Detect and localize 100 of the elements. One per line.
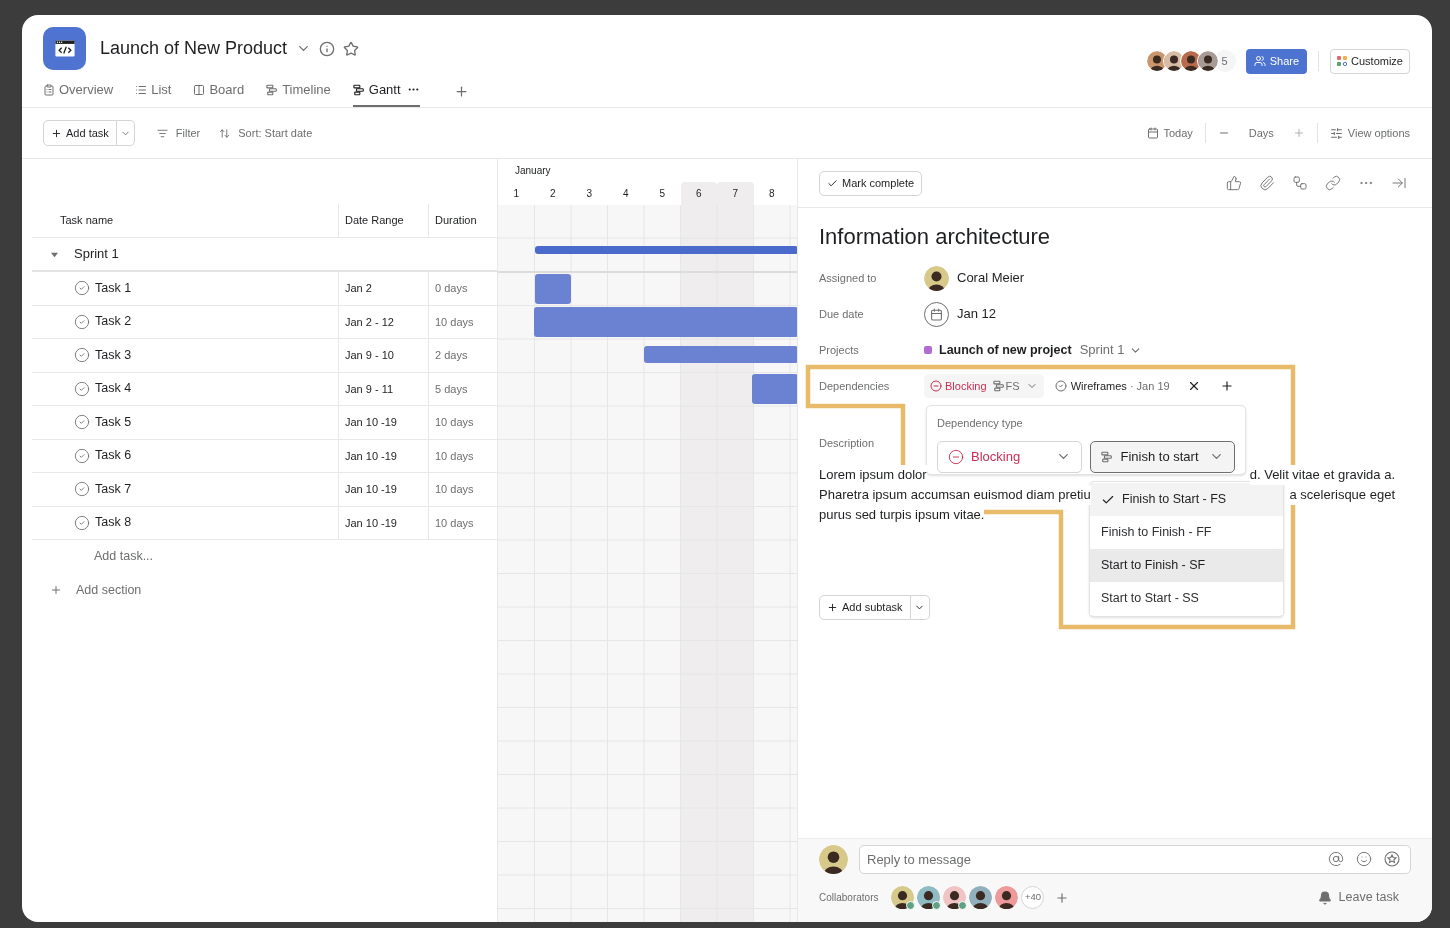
- description-text: purus sed turpis ipsum vitae.: [819, 505, 985, 525]
- emoji-icon[interactable]: [1356, 850, 1372, 867]
- color-grid-icon: [1337, 56, 1348, 66]
- date-range: Jan 2 - 12: [345, 314, 394, 330]
- view-tab[interactable]: Timeline: [266, 72, 331, 107]
- link-icon[interactable]: [1325, 175, 1341, 191]
- column-header[interactable]: Task name: [32, 204, 338, 237]
- column-header[interactable]: Duration: [428, 204, 497, 237]
- date-range: Jan 9 - 11: [345, 381, 394, 397]
- timeline-icon: [266, 83, 279, 96]
- duration: 10 days: [435, 415, 474, 430]
- checkbox-icon[interactable]: [74, 514, 90, 531]
- thumbs-up-icon[interactable]: [1226, 175, 1242, 191]
- add-task-link[interactable]: Add task...: [94, 547, 154, 567]
- sort-button[interactable]: Sort: Start date: [219, 124, 313, 142]
- view-tab[interactable]: Overview: [43, 72, 114, 107]
- duration: 10 days: [435, 314, 474, 330]
- filter-icon: [156, 127, 168, 139]
- date-range: Jan 10 -19: [345, 482, 397, 497]
- due-date[interactable]: Jan 12: [957, 304, 997, 324]
- view-tab[interactable]: Gantt: [352, 72, 420, 107]
- checkbox-icon[interactable]: [74, 280, 90, 297]
- clipboard-icon: [43, 83, 55, 96]
- dependency-mode-icon: [1100, 450, 1113, 463]
- add-tab-icon[interactable]: [453, 84, 469, 99]
- description-text: Lorem ipsum dolor: [819, 465, 927, 485]
- view-options-button[interactable]: View options: [1329, 124, 1410, 142]
- today-button[interactable]: Today: [1147, 124, 1193, 142]
- checkbox-icon[interactable]: [74, 447, 90, 464]
- columns-icon: [193, 83, 206, 96]
- star-icon[interactable]: [343, 40, 360, 57]
- menu-option[interactable]: Finish to Start - FS: [1090, 483, 1283, 516]
- add-task-button[interactable]: Add task: [43, 120, 117, 146]
- checkbox-icon[interactable]: [74, 347, 90, 364]
- day-label: 5: [658, 187, 667, 201]
- field-label: Due date: [819, 306, 865, 322]
- duration: 10 days: [435, 515, 474, 531]
- dependency-date: · Jan 19: [1129, 378, 1170, 394]
- checkbox-icon[interactable]: [74, 380, 90, 397]
- day-label: 6: [680, 182, 717, 205]
- task-name: Task 8: [95, 514, 132, 532]
- task-name: Task 7: [95, 480, 132, 498]
- dependency-type-chip[interactable]: Blocking FS: [924, 374, 1044, 398]
- checkbox-icon[interactable]: [74, 481, 90, 498]
- menu-option[interactable]: Start to Start - SS: [1090, 582, 1283, 615]
- view-tab[interactable]: Board: [193, 72, 245, 107]
- subtask-icon[interactable]: [1292, 175, 1308, 191]
- description-text: Pharetra ipsum accumsan euismod diam pretiu: [819, 485, 1091, 505]
- leave-task-button[interactable]: Leave task: [1317, 888, 1399, 907]
- day-label: 4: [621, 187, 630, 201]
- date-range: Jan 10 -19: [345, 515, 397, 531]
- checkbox-icon[interactable]: [74, 313, 90, 330]
- day-label: 8: [767, 187, 776, 201]
- dependency-mode-select[interactable]: Finish to start: [1089, 440, 1235, 473]
- menu-option[interactable]: Start to Finish - SF: [1090, 549, 1283, 582]
- more-collaborators[interactable]: +40: [1021, 886, 1045, 909]
- close-panel-icon[interactable]: [1391, 175, 1407, 191]
- filter-button[interactable]: Filter: [156, 124, 201, 142]
- dependency-type-select[interactable]: Blocking: [937, 440, 1082, 473]
- calendar-icon: [1147, 127, 1160, 139]
- assignee-name[interactable]: Coral Meier: [957, 268, 1025, 288]
- check-icon: [827, 177, 838, 189]
- add-dependency-icon[interactable]: [1219, 379, 1234, 393]
- star-badge-icon[interactable]: [1384, 850, 1400, 867]
- info-icon[interactable]: [319, 40, 336, 57]
- plus-icon[interactable]: [50, 584, 62, 597]
- add-subtask-menu-button[interactable]: [910, 595, 930, 620]
- paperclip-icon[interactable]: [1259, 175, 1275, 191]
- avatar: [1196, 50, 1219, 72]
- duration: 5 days: [435, 381, 468, 397]
- column-header[interactable]: Date Range: [338, 204, 428, 237]
- project-title: Launch of New Product: [100, 37, 288, 60]
- section-name: Sprint 1: [74, 245, 119, 264]
- project-icon: [43, 27, 86, 70]
- task-name: Task 6: [95, 447, 132, 465]
- task-name: Task 1: [95, 279, 132, 297]
- task-check-icon: [1054, 380, 1067, 392]
- menu-option[interactable]: Finish to Finish - FF: [1090, 516, 1283, 549]
- view-tab[interactable]: List: [135, 72, 172, 107]
- dependency-task[interactable]: Wireframes: [1070, 377, 1127, 395]
- date-range: Jan 9 - 10: [345, 348, 394, 363]
- share-button[interactable]: Share: [1245, 48, 1308, 74]
- plus-icon: [51, 127, 62, 139]
- mention-icon[interactable]: [1328, 850, 1344, 867]
- blocking-icon: [930, 380, 942, 392]
- project-section[interactable]: Sprint 1: [1079, 340, 1125, 360]
- task-name: Task 2: [95, 313, 132, 331]
- dependency-code: FS: [1005, 378, 1020, 394]
- reply-field[interactable]: Reply to message: [859, 844, 1411, 874]
- task-name: Task 3: [95, 346, 132, 364]
- popover-title: Dependency type: [937, 416, 1024, 431]
- checkbox-icon[interactable]: [74, 414, 90, 431]
- add-section-link[interactable]: Add section: [76, 580, 142, 600]
- customize-button[interactable]: Customize: [1330, 48, 1410, 74]
- mark-complete-button[interactable]: Mark complete: [819, 170, 923, 196]
- project-name[interactable]: Launch of new project: [939, 340, 1072, 360]
- duration: 10 days: [435, 448, 474, 464]
- add-collaborator-icon[interactable]: [1055, 890, 1070, 905]
- sort-icon: [219, 127, 231, 139]
- add-subtask-button[interactable]: Add subtask: [819, 595, 911, 620]
